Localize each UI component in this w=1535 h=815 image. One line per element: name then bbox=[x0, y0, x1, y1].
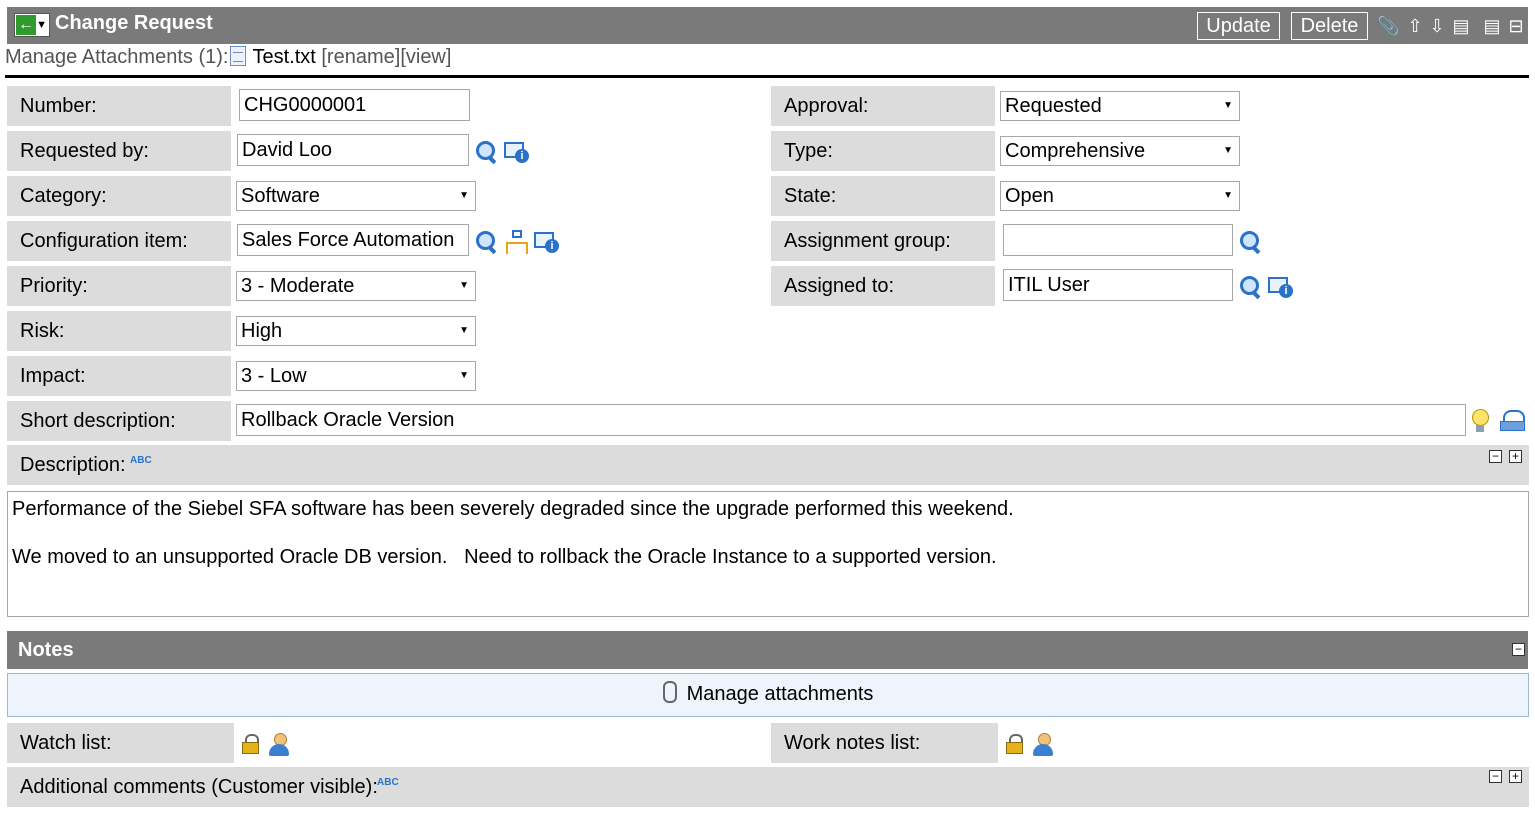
state-label: State: bbox=[771, 176, 995, 216]
manage-attachments-label: Manage attachments bbox=[686, 683, 874, 705]
risk-label: Risk: bbox=[7, 311, 231, 351]
toggle-sections-icon[interactable]: ▤ bbox=[1482, 14, 1502, 38]
dropdown-arrow-icon: ▼ bbox=[459, 190, 469, 201]
dropdown-arrow-icon: ▼ bbox=[1223, 145, 1233, 156]
category-select[interactable]: Software ▼ bbox=[236, 181, 476, 211]
additional-comments-label: Additional comments (Customer visible): bbox=[20, 776, 378, 798]
back-arrow-icon: ← bbox=[16, 15, 36, 35]
lock-icon[interactable] bbox=[1006, 734, 1024, 754]
assigned-to-label: Assigned to: bbox=[771, 266, 995, 306]
chevron-down-icon: ▼ bbox=[36, 19, 47, 31]
back-button[interactable]: ← ▼ bbox=[14, 13, 50, 37]
approval-select[interactable]: Requested ▼ bbox=[1000, 91, 1240, 121]
state-value: Open bbox=[1005, 185, 1054, 207]
form-title: Change Request bbox=[55, 12, 213, 34]
rename-link[interactable]: [rename] bbox=[321, 46, 400, 68]
form-layout-icon[interactable]: ▤ bbox=[1451, 14, 1471, 38]
approval-value: Requested bbox=[1005, 95, 1102, 117]
impact-value: 3 - Low bbox=[241, 365, 307, 387]
approval-label: Approval: bbox=[771, 86, 995, 126]
assignment-group-field[interactable] bbox=[1003, 224, 1233, 256]
category-label: Category: bbox=[7, 176, 231, 216]
dropdown-arrow-icon: ▼ bbox=[459, 280, 469, 291]
notes-section-title[interactable]: Notes bbox=[7, 631, 1528, 669]
manage-attachments-bar[interactable]: Manage attachments bbox=[7, 673, 1529, 717]
watch-list-label: Watch list: bbox=[7, 723, 234, 763]
configuration-item-label: Configuration item: bbox=[7, 221, 231, 261]
reference-info-icon[interactable] bbox=[504, 140, 530, 164]
description-label: Description: bbox=[20, 454, 126, 476]
type-value: Comprehensive bbox=[1005, 140, 1146, 162]
paperclip-icon[interactable]: 📎 bbox=[1377, 14, 1399, 38]
arrow-down-icon[interactable]: ⇩ bbox=[1427, 14, 1447, 38]
collapse-field-icon[interactable]: − bbox=[1489, 770, 1502, 783]
knowledge-search-icon[interactable] bbox=[1500, 410, 1526, 432]
collapse-field-icon[interactable]: − bbox=[1489, 450, 1502, 463]
expand-field-icon[interactable]: + bbox=[1509, 770, 1522, 783]
risk-select[interactable]: High ▼ bbox=[236, 316, 476, 346]
search-icon[interactable] bbox=[1238, 274, 1264, 300]
description-line-1: Performance of the Siebel SFA software h… bbox=[12, 498, 1014, 520]
divider bbox=[5, 75, 1529, 78]
document-icon bbox=[230, 46, 247, 66]
dependency-tree-icon[interactable] bbox=[505, 229, 529, 255]
impact-select[interactable]: 3 - Low ▼ bbox=[236, 361, 476, 391]
requested-by-label: Requested by: bbox=[7, 131, 231, 171]
lightbulb-icon[interactable] bbox=[1471, 408, 1489, 434]
type-select[interactable]: Comprehensive ▼ bbox=[1000, 136, 1240, 166]
spell-check-icon[interactable]: ABC bbox=[130, 455, 152, 466]
priority-select[interactable]: 3 - Moderate ▼ bbox=[236, 271, 476, 301]
add-me-icon[interactable] bbox=[1032, 733, 1054, 757]
expand-field-icon[interactable]: + bbox=[1509, 450, 1522, 463]
dropdown-arrow-icon: ▼ bbox=[459, 325, 469, 336]
dropdown-arrow-icon: ▼ bbox=[459, 370, 469, 381]
state-select[interactable]: Open ▼ bbox=[1000, 181, 1240, 211]
paperclip-icon bbox=[662, 681, 677, 703]
attachment-file-link[interactable]: Test.txt bbox=[252, 46, 315, 68]
priority-label: Priority: bbox=[7, 266, 231, 306]
priority-value: 3 - Moderate bbox=[241, 275, 355, 297]
spell-check-icon[interactable]: ABC bbox=[377, 777, 399, 788]
search-icon[interactable] bbox=[1238, 229, 1264, 255]
requested-by-field[interactable]: David Loo bbox=[237, 134, 469, 166]
attachments-label: Manage Attachments (1): bbox=[5, 46, 229, 68]
reference-info-icon[interactable] bbox=[534, 230, 560, 254]
short-description-label: Short description: bbox=[7, 401, 231, 441]
risk-value: High bbox=[241, 320, 283, 342]
add-me-icon[interactable] bbox=[268, 733, 290, 757]
type-label: Type: bbox=[771, 131, 995, 171]
collapse-section-icon[interactable]: − bbox=[1512, 643, 1525, 656]
search-icon[interactable] bbox=[474, 139, 500, 165]
category-value: Software bbox=[241, 185, 320, 207]
short-description-field[interactable]: Rollback Oracle Version bbox=[236, 404, 1466, 436]
impact-label: Impact: bbox=[7, 356, 231, 396]
reference-info-icon[interactable] bbox=[1268, 275, 1294, 299]
lock-icon[interactable] bbox=[242, 734, 260, 754]
assigned-to-field[interactable]: ITIL User bbox=[1003, 269, 1233, 301]
delete-button[interactable]: Delete bbox=[1291, 12, 1368, 40]
description-header bbox=[7, 445, 1529, 485]
number-label: Number: bbox=[7, 86, 231, 126]
assignment-group-label: Assignment group: bbox=[771, 221, 995, 261]
work-notes-list-label: Work notes list: bbox=[771, 723, 998, 763]
description-textarea[interactable]: Performance of the Siebel SFA software h… bbox=[7, 491, 1529, 617]
configuration-item-field[interactable]: Sales Force Automation bbox=[237, 224, 469, 256]
dropdown-arrow-icon: ▼ bbox=[1223, 190, 1233, 201]
number-field[interactable]: CHG0000001 bbox=[239, 89, 470, 121]
search-icon[interactable] bbox=[474, 229, 500, 255]
description-line-2: We moved to an unsupported Oracle DB ver… bbox=[12, 546, 997, 568]
attachments-line: Manage Attachments (1): Test.txt [rename]… bbox=[5, 46, 451, 69]
update-button[interactable]: Update bbox=[1197, 12, 1280, 40]
collapse-icon[interactable]: ⊟ bbox=[1506, 14, 1526, 38]
view-link[interactable]: [view] bbox=[400, 46, 451, 68]
dropdown-arrow-icon: ▼ bbox=[1223, 100, 1233, 111]
arrow-up-icon[interactable]: ⇧ bbox=[1405, 14, 1425, 38]
